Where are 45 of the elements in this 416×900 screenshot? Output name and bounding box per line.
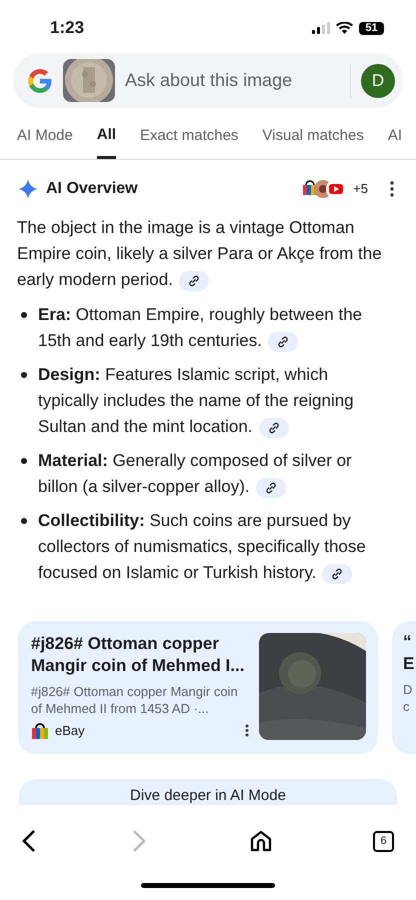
tab-count-button[interactable]: 6	[373, 830, 394, 852]
card-snippet: c	[403, 698, 410, 715]
bullet-text: Era: Ottoman Empire, roughly between the 15th and early 19th centuries.	[38, 304, 364, 354]
link-icon[interactable]	[256, 478, 286, 498]
card-snippet: #j826# Ottoman copper Mangir coin of Mehmed II from 1453 AD ·...	[31, 683, 239, 717]
more-options-icon[interactable]	[390, 181, 394, 197]
bullet-icon	[21, 312, 27, 318]
tab[interactable]: Visual matches	[262, 122, 364, 159]
google-logo-icon	[27, 68, 53, 94]
search-field[interactable]: Ask about this image	[125, 67, 340, 94]
link-icon[interactable]	[268, 332, 298, 352]
tab[interactable]: AI	[388, 122, 402, 159]
link-icon[interactable]	[322, 564, 352, 584]
result-card[interactable]: #j826# Ottoman copper Mangir coin of Mehmed I... #j826# Ottoman copper Mangir coin of Mehmed II from 1453 AD ·... eBay	[18, 621, 378, 754]
ai-overview-title: AI Overview	[46, 179, 138, 199]
sparkle-icon	[18, 179, 38, 199]
shopping-bag-icon	[31, 722, 49, 740]
bullet-text: Material: Generally composed of silver or billon (a silver-copper alloy).	[38, 450, 353, 500]
profile-avatar[interactable]: D	[361, 64, 395, 98]
overview-paragraph: The object in the image is a vintage Ottoman Empire coin, likely a silver Para or Akçe from the early modern period.	[17, 217, 383, 293]
card-snippet: D	[403, 681, 414, 698]
status-time: 1:23	[50, 17, 84, 40]
wifi-icon	[336, 22, 353, 34]
bullet-text: Design: Features Islamic script, which typically includes the name of the reigning Sultan and the mint location.	[38, 364, 355, 440]
link-icon[interactable]	[258, 418, 289, 438]
signal-icon	[312, 22, 330, 34]
more-options-icon[interactable]	[245, 724, 249, 738]
result-card[interactable]: “ E D c	[392, 621, 416, 754]
source-count[interactable]: +5	[353, 179, 368, 199]
search-bar[interactable]: Ask about this image D	[13, 53, 403, 108]
card-source: eBay	[55, 722, 86, 740]
dive-deeper-button[interactable]: Dive deeper in AI Mode	[19, 779, 397, 805]
tab[interactable]: Exact matches	[140, 122, 238, 159]
card-title[interactable]: “	[403, 631, 416, 653]
bullet-icon	[21, 458, 27, 464]
tab[interactable]: AI Mode	[17, 122, 73, 159]
home-icon[interactable]	[250, 830, 272, 852]
bullet-icon	[21, 518, 27, 524]
bullet-icon	[21, 372, 27, 378]
battery-level: 51	[359, 22, 384, 34]
card-title[interactable]: E	[403, 653, 416, 675]
card-title[interactable]: #j826# Ottoman copper Mangir coin of Mehmed I...	[31, 633, 249, 677]
back-icon[interactable]	[22, 829, 36, 853]
link-icon[interactable]	[178, 270, 209, 291]
bullet-text: Collectibility: Such coins are pursued by collectors of numismatics, specifically those focused on Islamic or Turkish history.	[38, 510, 367, 586]
